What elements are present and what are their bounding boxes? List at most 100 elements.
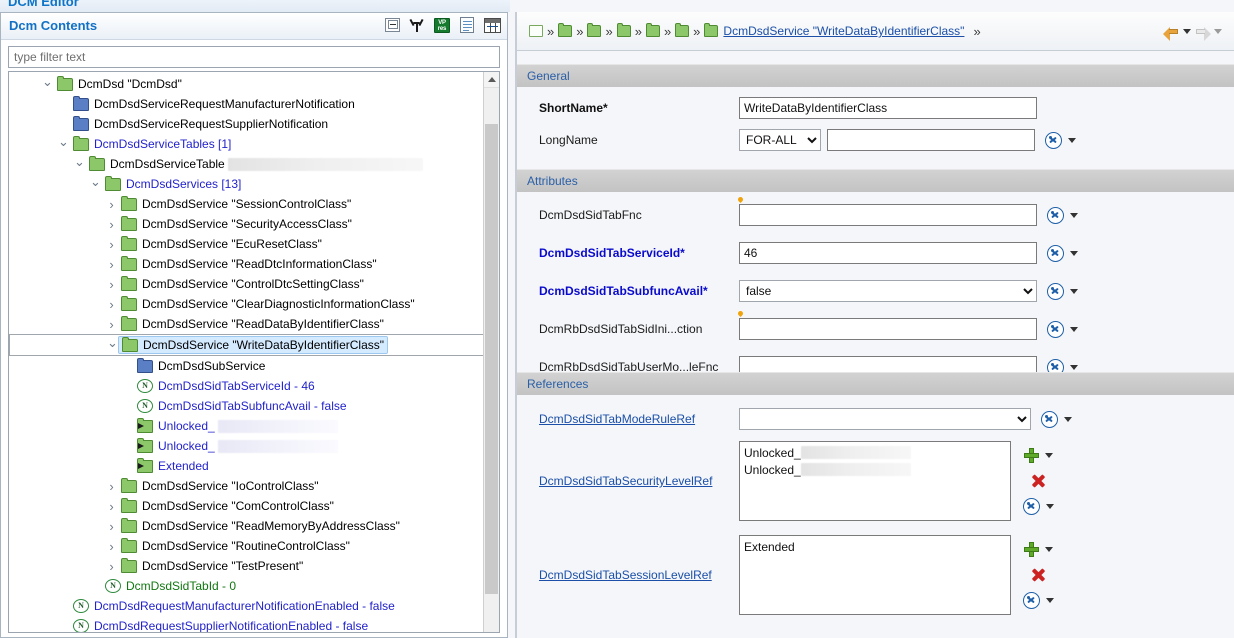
tree-expand-chevron-right-icon[interactable] bbox=[105, 496, 118, 516]
back-arrow-icon[interactable] bbox=[1163, 24, 1180, 38]
breadcrumb-current-link[interactable]: DcmDsdService "WriteDataByIdentifierClas… bbox=[723, 24, 964, 38]
show-description-icon[interactable] bbox=[458, 16, 476, 34]
tree-item[interactable]: DcmDsdService "WriteDataByIdentifierClas… bbox=[9, 334, 484, 356]
tree-item[interactable]: DcmDsdServiceTables [1] bbox=[9, 134, 484, 154]
tree-item[interactable]: Unlocked_ bbox=[9, 416, 484, 436]
tree-expand-chevron-right-icon[interactable] bbox=[105, 234, 118, 254]
tree-item[interactable]: NDcmDsdRequestSupplierNotificationEnable… bbox=[9, 616, 484, 632]
tree-item[interactable]: DcmDsdService "ControlDtcSettingClass" bbox=[9, 274, 484, 294]
tree-item[interactable]: Unlocked_ bbox=[9, 436, 484, 456]
security-level-wrench-icon[interactable] bbox=[1023, 498, 1040, 515]
tree-expand-chevron-right-icon[interactable] bbox=[105, 314, 118, 334]
folder-green-icon[interactable] bbox=[558, 25, 572, 37]
session-level-add-icon[interactable] bbox=[1024, 542, 1039, 557]
security-level-ref-label[interactable]: DcmDsdSidTabSecurityLevelRef bbox=[539, 474, 739, 488]
tree-vertical-scrollbar[interactable] bbox=[483, 72, 499, 632]
tree-item[interactable]: DcmDsdServiceRequestManufacturerNotifica… bbox=[9, 94, 484, 114]
session-level-wrench-icon[interactable] bbox=[1023, 592, 1040, 609]
attribute-chevron-down-icon[interactable] bbox=[1070, 213, 1078, 218]
folder-green-icon[interactable] bbox=[587, 25, 601, 37]
tree-item[interactable]: DcmDsdServiceRequestSupplierNotification bbox=[9, 114, 484, 134]
collapse-all-icon[interactable] bbox=[383, 16, 401, 34]
tree-item[interactable]: DcmDsdService "TestPresent" bbox=[9, 556, 484, 576]
tree-item[interactable]: DcmDsdServices [13] bbox=[9, 174, 484, 194]
attribute-chevron-down-icon[interactable] bbox=[1070, 289, 1078, 294]
attribute-chevron-down-icon[interactable] bbox=[1070, 327, 1078, 332]
scrollbar-thumb[interactable] bbox=[485, 124, 498, 594]
mode-rule-ref-select[interactable] bbox=[739, 408, 1031, 430]
attribute-wrench-icon[interactable] bbox=[1047, 283, 1064, 300]
tree-item[interactable]: DcmDsdService "ClearDiagnosticInformatio… bbox=[9, 294, 484, 314]
folder-white-icon[interactable] bbox=[529, 25, 543, 37]
tree-item[interactable]: DcmDsdService "ReadDataByIdentifierClass… bbox=[9, 314, 484, 334]
mode-rule-ref-chevron-down-icon[interactable] bbox=[1064, 417, 1072, 422]
attribute-chevron-down-icon[interactable] bbox=[1070, 251, 1078, 256]
tree-item[interactable]: DcmDsdServiceTable bbox=[9, 154, 484, 174]
mode-rule-ref-wrench-icon[interactable] bbox=[1041, 411, 1058, 428]
security-level-list-item[interactable]: Unlocked_ bbox=[744, 462, 1006, 479]
attribute-input[interactable] bbox=[739, 204, 1037, 226]
session-level-chevron-down-icon[interactable] bbox=[1046, 598, 1054, 603]
security-level-remove-icon[interactable] bbox=[1031, 473, 1046, 488]
tree-item[interactable]: Extended bbox=[9, 456, 484, 476]
attribute-select[interactable]: false bbox=[739, 280, 1037, 302]
forward-arrow-icon[interactable] bbox=[1194, 24, 1211, 38]
security-level-chevron-down-icon[interactable] bbox=[1046, 504, 1054, 509]
attribute-wrench-icon[interactable] bbox=[1047, 321, 1064, 338]
tree-expand-chevron-down-icon[interactable] bbox=[89, 174, 102, 194]
tree-item[interactable]: DcmDsdService "ComControlClass" bbox=[9, 496, 484, 516]
tree-item[interactable]: DcmDsdService "EcuResetClass" bbox=[9, 234, 484, 254]
tree-item[interactable]: DcmDsdService "SecurityAccessClass" bbox=[9, 214, 484, 234]
folder-green-icon[interactable] bbox=[675, 25, 689, 37]
tree-item[interactable]: DcmDsdService "SessionControlClass" bbox=[9, 194, 484, 214]
tree-expand-chevron-right-icon[interactable] bbox=[105, 476, 118, 496]
tree-expand-chevron-right-icon[interactable] bbox=[105, 274, 118, 294]
tree-expand-chevron-down-icon[interactable] bbox=[106, 335, 119, 355]
security-level-add-icon[interactable] bbox=[1024, 448, 1039, 463]
tree-item[interactable]: DcmDsdService "ReadMemoryByAddressClass" bbox=[9, 516, 484, 536]
vp-res-icon[interactable]: VPres bbox=[433, 16, 451, 34]
session-level-list-item[interactable]: Extended bbox=[744, 539, 1006, 556]
longname-wrench-icon[interactable] bbox=[1045, 132, 1062, 149]
forward-history-chevron-down-icon[interactable] bbox=[1214, 29, 1222, 34]
tree-expand-chevron-right-icon[interactable] bbox=[105, 254, 118, 274]
tree-expand-chevron-right-icon[interactable] bbox=[105, 536, 118, 556]
security-level-add-chevron-down-icon[interactable] bbox=[1045, 453, 1053, 458]
tree-expand-chevron-right-icon[interactable] bbox=[105, 516, 118, 536]
tree-item[interactable]: NDcmDsdRequestManufacturerNotificationEn… bbox=[9, 596, 484, 616]
tree-item[interactable]: NDcmDsdSidTabId - 0 bbox=[9, 576, 484, 596]
dcm-tree[interactable]: DcmDsd "DcmDsd"DcmDsdServiceRequestManuf… bbox=[9, 72, 484, 632]
longname-input[interactable] bbox=[827, 129, 1035, 151]
attribute-input[interactable] bbox=[739, 318, 1037, 340]
tree-expand-chevron-down-icon[interactable] bbox=[73, 154, 86, 174]
tree-expand-chevron-right-icon[interactable] bbox=[105, 556, 118, 576]
tree-item[interactable]: DcmDsdService "RoutineControlClass" bbox=[9, 536, 484, 556]
tree-item[interactable]: NDcmDsdSidTabServiceId - 46 bbox=[9, 376, 484, 396]
attribute-chevron-down-icon[interactable] bbox=[1070, 365, 1078, 370]
tree-expand-chevron-down-icon[interactable] bbox=[41, 74, 54, 94]
scroll-up-arrow-icon[interactable] bbox=[484, 72, 499, 88]
tree-expand-chevron-right-icon[interactable] bbox=[105, 294, 118, 314]
table-view-icon[interactable] bbox=[483, 16, 501, 34]
longname-language-select[interactable]: FOR-ALL bbox=[739, 129, 821, 151]
folder-green-icon[interactable] bbox=[646, 25, 660, 37]
link-with-editor-icon[interactable] bbox=[408, 16, 426, 34]
back-history-chevron-down-icon[interactable] bbox=[1183, 29, 1191, 34]
security-level-ref-listbox[interactable]: Unlocked_Unlocked_ bbox=[739, 441, 1011, 521]
session-level-add-chevron-down-icon[interactable] bbox=[1045, 547, 1053, 552]
folder-green-icon[interactable] bbox=[704, 25, 718, 37]
session-level-remove-icon[interactable] bbox=[1031, 567, 1046, 582]
shortname-input[interactable] bbox=[739, 97, 1037, 119]
tree-expand-chevron-right-icon[interactable] bbox=[105, 194, 118, 214]
security-level-list-item[interactable]: Unlocked_ bbox=[744, 445, 1006, 462]
session-level-ref-listbox[interactable]: Extended bbox=[739, 535, 1011, 615]
longname-menu-chevron-down-icon[interactable] bbox=[1068, 138, 1076, 143]
folder-green-icon[interactable] bbox=[617, 25, 631, 37]
session-level-ref-label[interactable]: DcmDsdSidTabSessionLevelRef bbox=[539, 568, 739, 582]
tree-item[interactable]: DcmDsdService "IoControlClass" bbox=[9, 476, 484, 496]
mode-rule-ref-label[interactable]: DcmDsdSidTabModeRuleRef bbox=[539, 412, 739, 426]
attribute-wrench-icon[interactable] bbox=[1047, 245, 1064, 262]
filter-input[interactable] bbox=[8, 46, 500, 68]
attribute-input[interactable] bbox=[739, 242, 1037, 264]
tree-item[interactable]: DcmDsdService "ReadDtcInformationClass" bbox=[9, 254, 484, 274]
